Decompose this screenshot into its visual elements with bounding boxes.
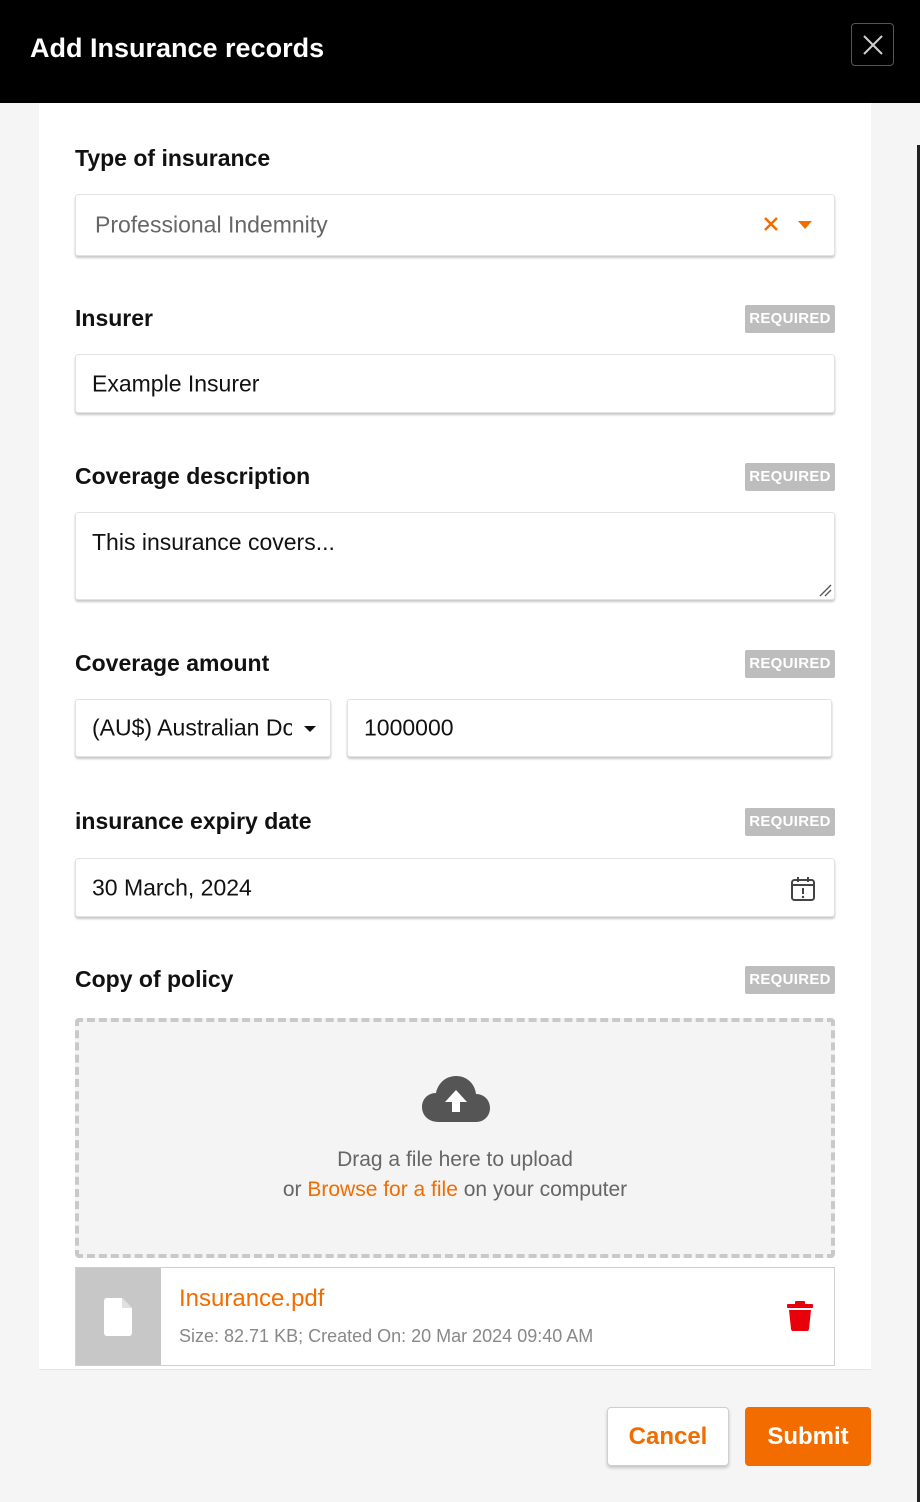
insurer-label: Insurer [75, 305, 153, 331]
coverage-description-label: Coverage description [75, 463, 311, 489]
cancel-button[interactable]: Cancel [607, 1407, 729, 1466]
drag-instructions: Drag a file here to upload [337, 1148, 573, 1171]
coverage-amount-input[interactable]: 1000000 [347, 699, 832, 757]
copy-of-policy-label: Copy of policy [75, 966, 234, 992]
coverage-amount-value: 1000000 [364, 714, 454, 741]
required-badge: REQUIRED [745, 650, 835, 678]
insurer-value: Example Insurer [92, 370, 260, 396]
suffix-text: on your computer [463, 1178, 628, 1201]
submit-button[interactable]: Submit [745, 1407, 871, 1466]
dialog-title: Add Insurance records [30, 33, 325, 63]
dialog-header: Add Insurance records [0, 0, 920, 103]
coverage-description-value: This insurance covers... [92, 529, 335, 555]
required-badge: REQUIRED [745, 808, 835, 836]
expiry-date-label: insurance expiry date [75, 808, 312, 834]
insurance-type-select[interactable]: Professional Indemnity [75, 194, 835, 256]
currency-value: (AU$) Australian Dollar [92, 714, 292, 741]
insurer-input[interactable]: Example Insurer [75, 354, 835, 413]
browse-file-link[interactable]: Browse for a file [307, 1178, 458, 1201]
coverage-amount-label: Coverage amount [75, 650, 270, 676]
chevron-down-icon [304, 726, 316, 732]
or-text: or [282, 1178, 302, 1201]
currency-select[interactable]: (AU$) Australian Dollar [75, 699, 331, 757]
file-name-link[interactable]: Insurance.pdf [179, 1285, 324, 1313]
insurance-type-value: Professional Indemnity [95, 211, 328, 238]
file-icon [104, 1298, 132, 1336]
required-badge: REQUIRED [745, 966, 835, 994]
file-dropzone[interactable]: Drag a file here to upload or Browse for… [75, 1018, 835, 1258]
required-badge: REQUIRED [745, 305, 835, 333]
chevron-down-icon[interactable] [798, 221, 812, 229]
browse-instructions: or Browse for a file on your computer [79, 1178, 831, 1202]
cloud-upload-icon [422, 1076, 490, 1122]
clear-icon[interactable] [759, 212, 783, 236]
trash-icon[interactable] [787, 1301, 813, 1331]
required-badge: REQUIRED [745, 463, 835, 491]
calendar-icon[interactable] [789, 875, 817, 903]
file-meta: Size: 82.71 KB; Created On: 20 Mar 2024 … [179, 1326, 594, 1346]
close-button[interactable] [851, 23, 894, 66]
resize-handle-icon[interactable] [818, 583, 832, 597]
form-panel: Type of insurance Professional Indemnity… [39, 103, 871, 1370]
expiry-date-value: 30 March, 2024 [92, 874, 252, 900]
uploaded-file: Insurance.pdf Size: 82.71 KB; Created On… [75, 1267, 835, 1366]
coverage-description-textarea[interactable]: This insurance covers... [75, 512, 835, 600]
expiry-date-input[interactable]: 30 March, 2024 [75, 858, 835, 917]
close-icon [863, 35, 883, 55]
file-thumbnail [76, 1268, 161, 1365]
type-of-insurance-label: Type of insurance [75, 145, 271, 171]
footer-divider [39, 1369, 871, 1370]
